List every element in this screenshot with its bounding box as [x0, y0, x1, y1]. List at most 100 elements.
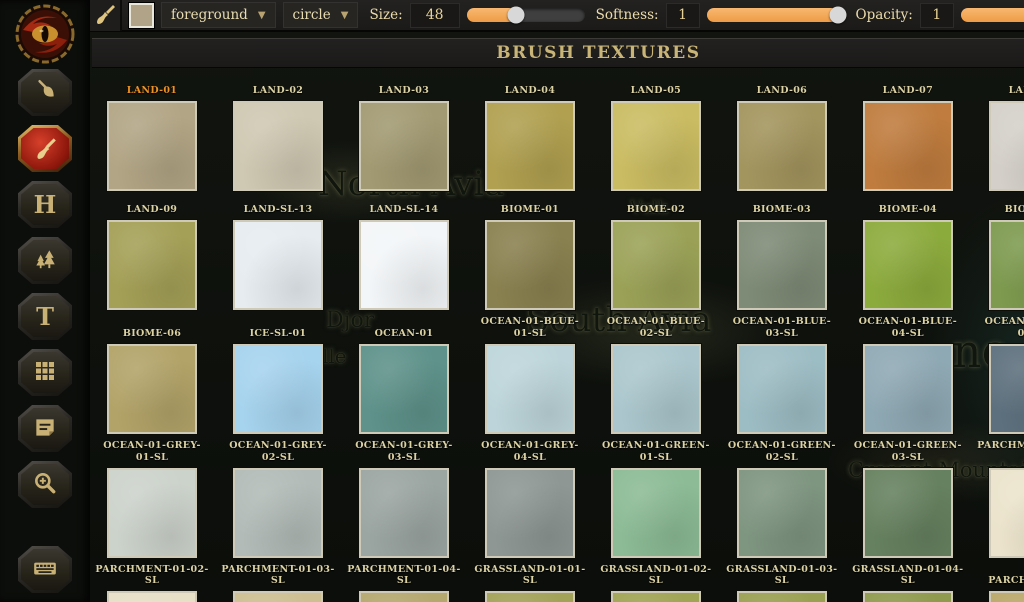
- texture-cell[interactable]: OCEAN-01-BLUE-05-SL: [989, 316, 1024, 434]
- texture-swatch[interactable]: [485, 591, 575, 602]
- texture-swatch[interactable]: [611, 220, 701, 310]
- texture-cell[interactable]: PARCHMENT-01: [989, 568, 1024, 602]
- size-value-field[interactable]: 48: [410, 3, 460, 28]
- texture-swatch[interactable]: [359, 220, 449, 310]
- texture-swatch[interactable]: [233, 101, 323, 191]
- notes-tool-button[interactable]: [18, 405, 72, 452]
- texture-swatch[interactable]: [989, 101, 1024, 191]
- texture-cell[interactable]: LAND-09: [107, 197, 197, 310]
- texture-swatch[interactable]: [359, 101, 449, 191]
- softness-slider-thumb[interactable]: [829, 7, 846, 24]
- target-layer-dropdown[interactable]: foreground ▼: [161, 2, 276, 28]
- texture-cell[interactable]: LAND-08: [989, 78, 1024, 191]
- texture-swatch[interactable]: [359, 591, 449, 602]
- text-tool-button[interactable]: T: [18, 293, 72, 340]
- texture-swatch[interactable]: [107, 101, 197, 191]
- texture-swatch[interactable]: [359, 468, 449, 558]
- texture-swatch[interactable]: [737, 468, 827, 558]
- texture-cell[interactable]: BIOME-02: [611, 197, 701, 310]
- texture-cell[interactable]: OCEAN-01-BLUE-04-SL: [863, 316, 953, 434]
- texture-swatch[interactable]: [611, 101, 701, 191]
- texture-swatch[interactable]: [611, 468, 701, 558]
- texture-swatch[interactable]: [485, 101, 575, 191]
- texture-cell[interactable]: OCEAN-01-BLUE-02-SL: [611, 316, 701, 434]
- texture-swatch[interactable]: [737, 591, 827, 602]
- texture-swatch[interactable]: [989, 220, 1024, 310]
- texture-cell[interactable]: GRASSLAND-01-01-SL: [485, 564, 575, 602]
- texture-swatch[interactable]: [107, 220, 197, 310]
- grid-tool-button[interactable]: [18, 349, 72, 396]
- texture-cell[interactable]: PARCHMENT-01-01-SL: [989, 440, 1024, 558]
- brush-mode-button[interactable]: [90, 0, 122, 31]
- texture-cell[interactable]: BIOME-04: [863, 197, 953, 310]
- texture-swatch[interactable]: [107, 468, 197, 558]
- texture-swatch[interactable]: [863, 101, 953, 191]
- trees-tool-button[interactable]: [18, 237, 72, 284]
- texture-swatch[interactable]: [737, 220, 827, 310]
- texture-swatch[interactable]: [107, 344, 197, 434]
- texture-cell[interactable]: OCEAN-01-GREEN-01-SL: [611, 440, 701, 558]
- texture-swatch[interactable]: [737, 344, 827, 434]
- landmark-h-tool-button[interactable]: H: [18, 181, 72, 228]
- texture-cell[interactable]: BIOME-05: [989, 197, 1024, 310]
- softness-slider[interactable]: [707, 8, 845, 22]
- texture-swatch[interactable]: [863, 468, 953, 558]
- texture-swatch[interactable]: [863, 591, 953, 602]
- texture-cell[interactable]: LAND-SL-13: [233, 197, 323, 310]
- texture-cell[interactable]: ICE-SL-01: [233, 321, 323, 434]
- texture-swatch[interactable]: [359, 344, 449, 434]
- texture-cell[interactable]: LAND-06: [737, 78, 827, 191]
- zoom-tool-button[interactable]: [18, 461, 72, 508]
- size-slider[interactable]: [467, 8, 585, 22]
- texture-swatch[interactable]: [737, 101, 827, 191]
- texture-cell[interactable]: LAND-03: [359, 78, 449, 191]
- texture-swatch[interactable]: [863, 220, 953, 310]
- texture-cell[interactable]: LAND-05: [611, 78, 701, 191]
- texture-cell[interactable]: OCEAN-01-BLUE-03-SL: [737, 316, 827, 434]
- size-slider-thumb[interactable]: [508, 7, 525, 24]
- texture-swatch[interactable]: [989, 468, 1024, 558]
- opacity-slider[interactable]: [961, 8, 1024, 22]
- foreground-texture-preview[interactable]: [129, 3, 154, 28]
- texture-cell[interactable]: GRASSLAND-01-02-SL: [611, 564, 701, 602]
- texture-swatch[interactable]: [863, 344, 953, 434]
- texture-cell[interactable]: OCEAN-01-GREEN-02-SL: [737, 440, 827, 558]
- texture-cell[interactable]: PARCHMENT-01-03-SL: [233, 564, 323, 602]
- opacity-value-field[interactable]: 1: [920, 3, 954, 28]
- softness-value-field[interactable]: 1: [666, 3, 700, 28]
- texture-swatch[interactable]: [485, 468, 575, 558]
- texture-swatch[interactable]: [989, 344, 1024, 434]
- texture-swatch[interactable]: [233, 591, 323, 602]
- texture-cell[interactable]: OCEAN-01: [359, 321, 449, 434]
- texture-cell[interactable]: BIOME-06: [107, 321, 197, 434]
- texture-cell[interactable]: LAND-SL-14: [359, 197, 449, 310]
- texture-swatch[interactable]: [233, 220, 323, 310]
- texture-cell[interactable]: LAND-01: [107, 78, 197, 191]
- texture-cell[interactable]: OCEAN-01-GREEN-03-SL: [863, 440, 953, 558]
- texture-swatch[interactable]: [233, 344, 323, 434]
- texture-cell[interactable]: OCEAN-01-BLUE-01-SL: [485, 316, 575, 434]
- texture-cell[interactable]: PARCHMENT-01-04-SL: [359, 564, 449, 602]
- texture-cell[interactable]: OCEAN-01-GREY-03-SL: [359, 440, 449, 558]
- texture-cell[interactable]: GRASSLAND-01-03-SL: [737, 564, 827, 602]
- texture-swatch[interactable]: [233, 468, 323, 558]
- texture-cell[interactable]: GRASSLAND-01-04-SL: [863, 564, 953, 602]
- keyboard-shortcuts-button[interactable]: [18, 546, 72, 593]
- texture-cell[interactable]: LAND-04: [485, 78, 575, 191]
- texture-cell[interactable]: PARCHMENT-01-02-SL: [107, 564, 197, 602]
- brush-shape-dropdown[interactable]: circle ▼: [283, 2, 359, 28]
- texture-swatch[interactable]: [611, 591, 701, 602]
- texture-swatch[interactable]: [485, 344, 575, 434]
- texture-swatch[interactable]: [107, 591, 197, 602]
- texture-swatch[interactable]: [989, 591, 1024, 602]
- terrain-shovel-tool-button[interactable]: [18, 69, 72, 116]
- texture-swatch[interactable]: [611, 344, 701, 434]
- texture-cell[interactable]: BIOME-03: [737, 197, 827, 310]
- texture-cell[interactable]: OCEAN-01-GREY-04-SL: [485, 440, 575, 558]
- texture-cell[interactable]: OCEAN-01-GREY-01-SL: [107, 440, 197, 558]
- texture-cell[interactable]: OCEAN-01-GREY-02-SL: [233, 440, 323, 558]
- texture-cell[interactable]: LAND-07: [863, 78, 953, 191]
- texture-cell[interactable]: BIOME-01: [485, 197, 575, 310]
- texture-swatch[interactable]: [485, 220, 575, 310]
- texture-cell[interactable]: LAND-02: [233, 78, 323, 191]
